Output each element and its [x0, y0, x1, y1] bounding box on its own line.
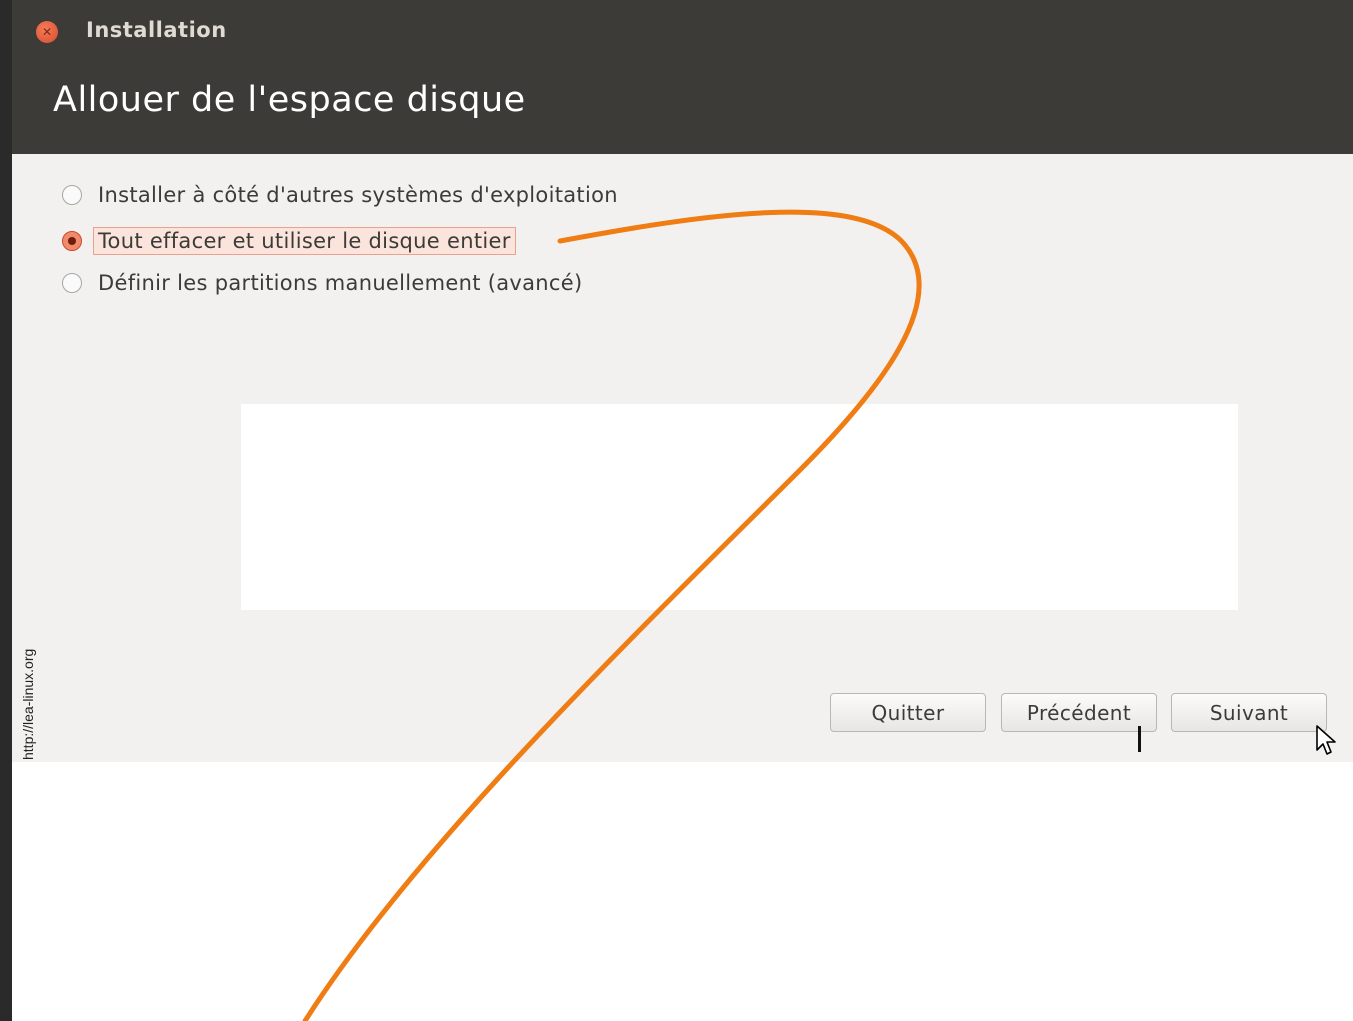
screen: ✕ Installation Allouer de l'espace disqu… — [0, 0, 1353, 1021]
annotation-curve — [302, 209, 922, 1021]
